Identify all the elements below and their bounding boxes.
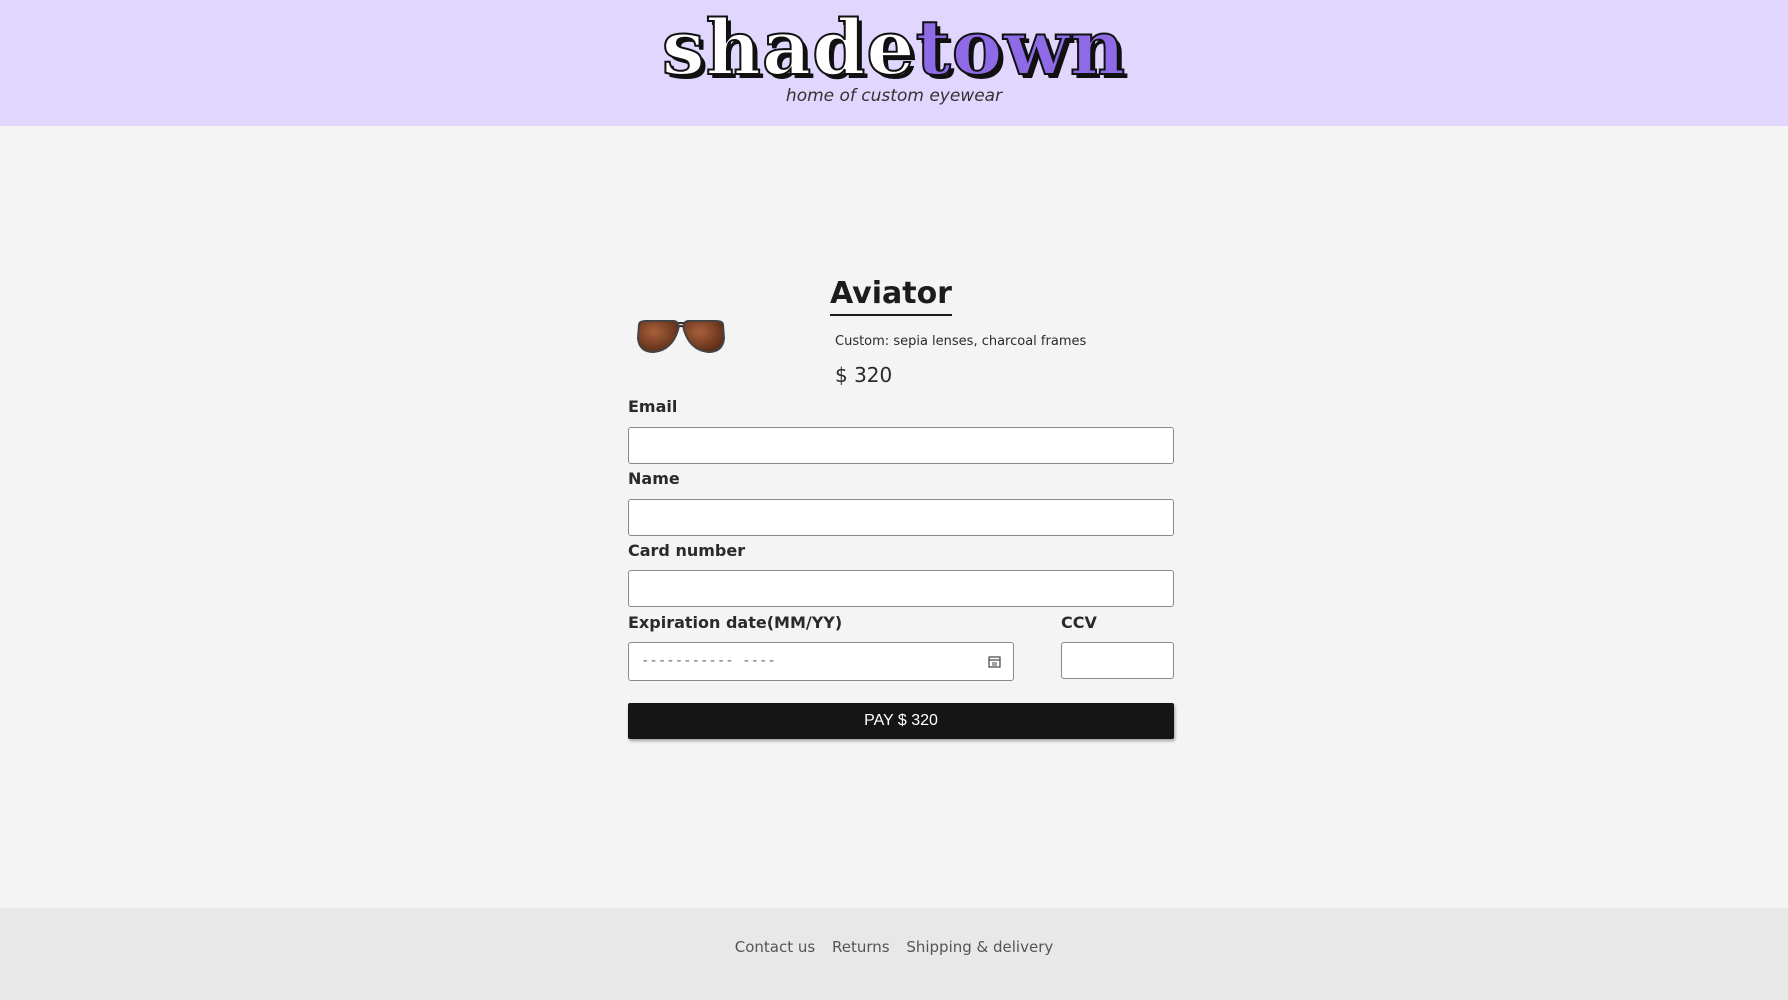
footer-links: Contact us Returns Shipping & delivery	[0, 938, 1788, 956]
ccv-field[interactable]	[1061, 642, 1174, 679]
product-description: Custom: sepia lenses, charcoal frames	[835, 334, 1087, 349]
email-label: Email	[628, 397, 678, 416]
aviator-sunglasses-icon	[636, 320, 726, 354]
footer-link-shipping-delivery[interactable]: Shipping & delivery	[906, 938, 1053, 956]
name-label: Name	[628, 469, 680, 488]
product-title: Aviator	[830, 276, 952, 316]
footer-link-returns[interactable]: Returns	[832, 938, 890, 956]
expiration-date-field[interactable]: ----------- ----	[628, 642, 1014, 681]
site-footer: Contact us Returns Shipping & delivery	[0, 908, 1788, 1000]
expiration-date-label: Expiration date(MM/YY)	[628, 613, 843, 632]
site-tagline: home of custom eyewear	[785, 86, 1003, 106]
expiration-date-placeholder: ----------- ----	[641, 653, 776, 669]
logo-text-town: town	[915, 2, 1127, 93]
logo-text-shade: shade	[661, 2, 916, 93]
calendar-icon[interactable]	[988, 655, 1001, 668]
email-field[interactable]	[628, 427, 1174, 464]
card-number-field[interactable]	[628, 570, 1174, 607]
footer-link-contact-us[interactable]: Contact us	[735, 938, 815, 956]
product-price: $ 320	[835, 363, 893, 387]
site-header: shadetown home of custom eyewear	[0, 0, 1788, 126]
card-number-label: Card number	[628, 541, 746, 560]
site-logo[interactable]: shadetown	[0, 2, 1788, 94]
ccv-label: CCV	[1061, 613, 1097, 632]
name-field[interactable]	[628, 499, 1174, 536]
pay-button[interactable]: PAY $ 320	[628, 703, 1174, 739]
